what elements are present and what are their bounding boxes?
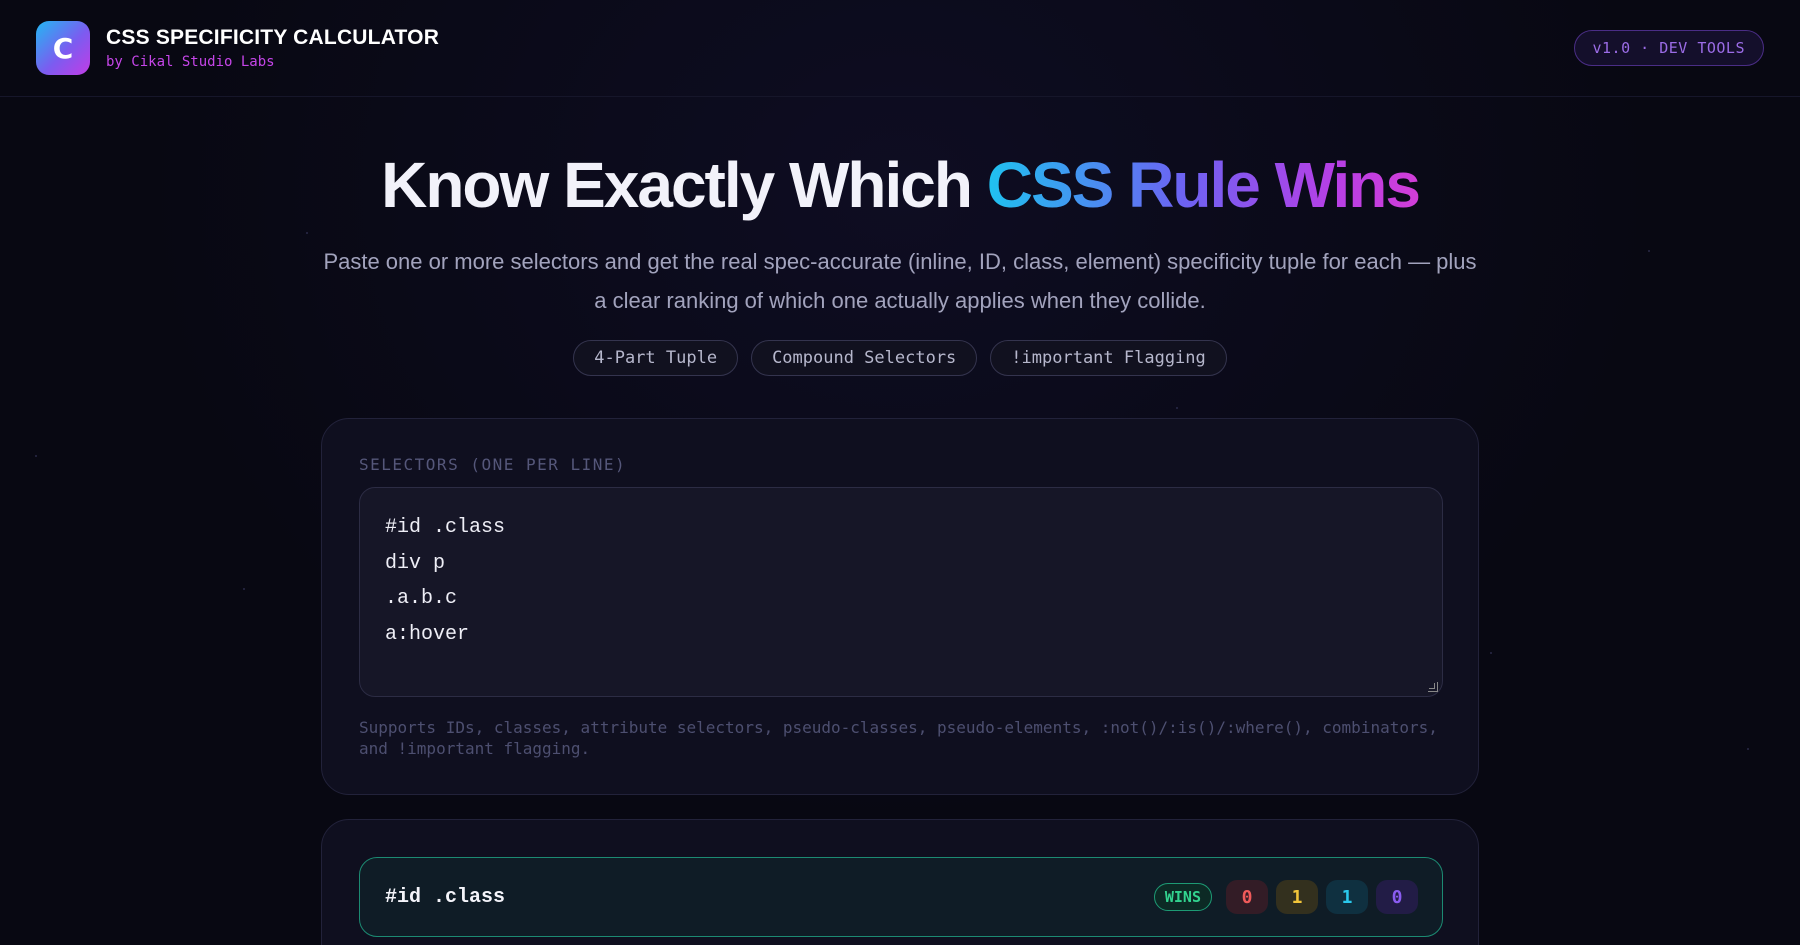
feature-tag: Compound Selectors — [751, 340, 978, 377]
hero-title-plain: Know Exactly Which — [381, 149, 987, 221]
results-card: #id .class WINS 0 1 1 0 — [321, 819, 1479, 945]
inline-count: 0 — [1226, 880, 1268, 914]
hero-title-gradient: CSS Rule Wins — [986, 149, 1421, 221]
top-bar: C CSS SPECIFICITY CALCULATOR by Cikal St… — [0, 0, 1800, 97]
selectors-textarea[interactable]: #id .class div p .a.b.c a:hover — [359, 487, 1443, 697]
selectors-label: SELECTORS (ONE PER LINE) — [359, 455, 627, 474]
background-star — [35, 455, 37, 457]
selector-line: .a.b.c — [385, 587, 458, 610]
wins-badge: WINS — [1153, 883, 1212, 911]
selector-line: div p — [385, 551, 446, 575]
resize-handle[interactable] — [1428, 682, 1438, 692]
hero-description: Paste one or more selectors and get the … — [323, 249, 1477, 314]
class-count: 1 — [1326, 880, 1368, 914]
feature-tag: 4-Part Tuple — [573, 340, 739, 377]
background-star — [243, 588, 245, 590]
selector-line: #id .class — [385, 516, 506, 539]
result-specificity: WINS 0 1 1 0 — [1153, 880, 1418, 914]
selectors-hint: Supports IDs, classes, attribute selecto… — [359, 718, 1438, 758]
feature-tags: 4-Part Tuple Compound Selectors !importa… — [0, 340, 1800, 377]
hero: Know Exactly Which CSS Rule Wins Paste o… — [0, 150, 1800, 377]
app-title: CSS SPECIFICITY CALCULATOR — [106, 26, 440, 49]
background-star — [1490, 652, 1492, 654]
background-star — [1747, 748, 1749, 750]
element-count: 0 — [1376, 880, 1418, 914]
background-star — [1176, 407, 1178, 409]
version-badge: v1.0 · DEV TOOLS — [1573, 30, 1764, 66]
brand[interactable]: C CSS SPECIFICITY CALCULATOR by Cikal St… — [36, 21, 439, 75]
app-subtitle: by Cikal Studio Labs — [106, 54, 275, 70]
hero-title: Know Exactly Which CSS Rule Wins — [0, 150, 1800, 220]
app-logo: C — [36, 21, 90, 75]
id-count: 1 — [1276, 880, 1318, 914]
selector-input-card: SELECTORS (ONE PER LINE) #id .class div … — [321, 418, 1479, 795]
selector-line: a:hover — [385, 622, 470, 646]
result-row[interactable]: #id .class WINS 0 1 1 0 — [359, 857, 1443, 937]
feature-tag: !important Flagging — [990, 340, 1227, 377]
brand-text: CSS SPECIFICITY CALCULATOR by Cikal Stud… — [106, 26, 439, 70]
result-selector: #id .class — [385, 885, 506, 909]
